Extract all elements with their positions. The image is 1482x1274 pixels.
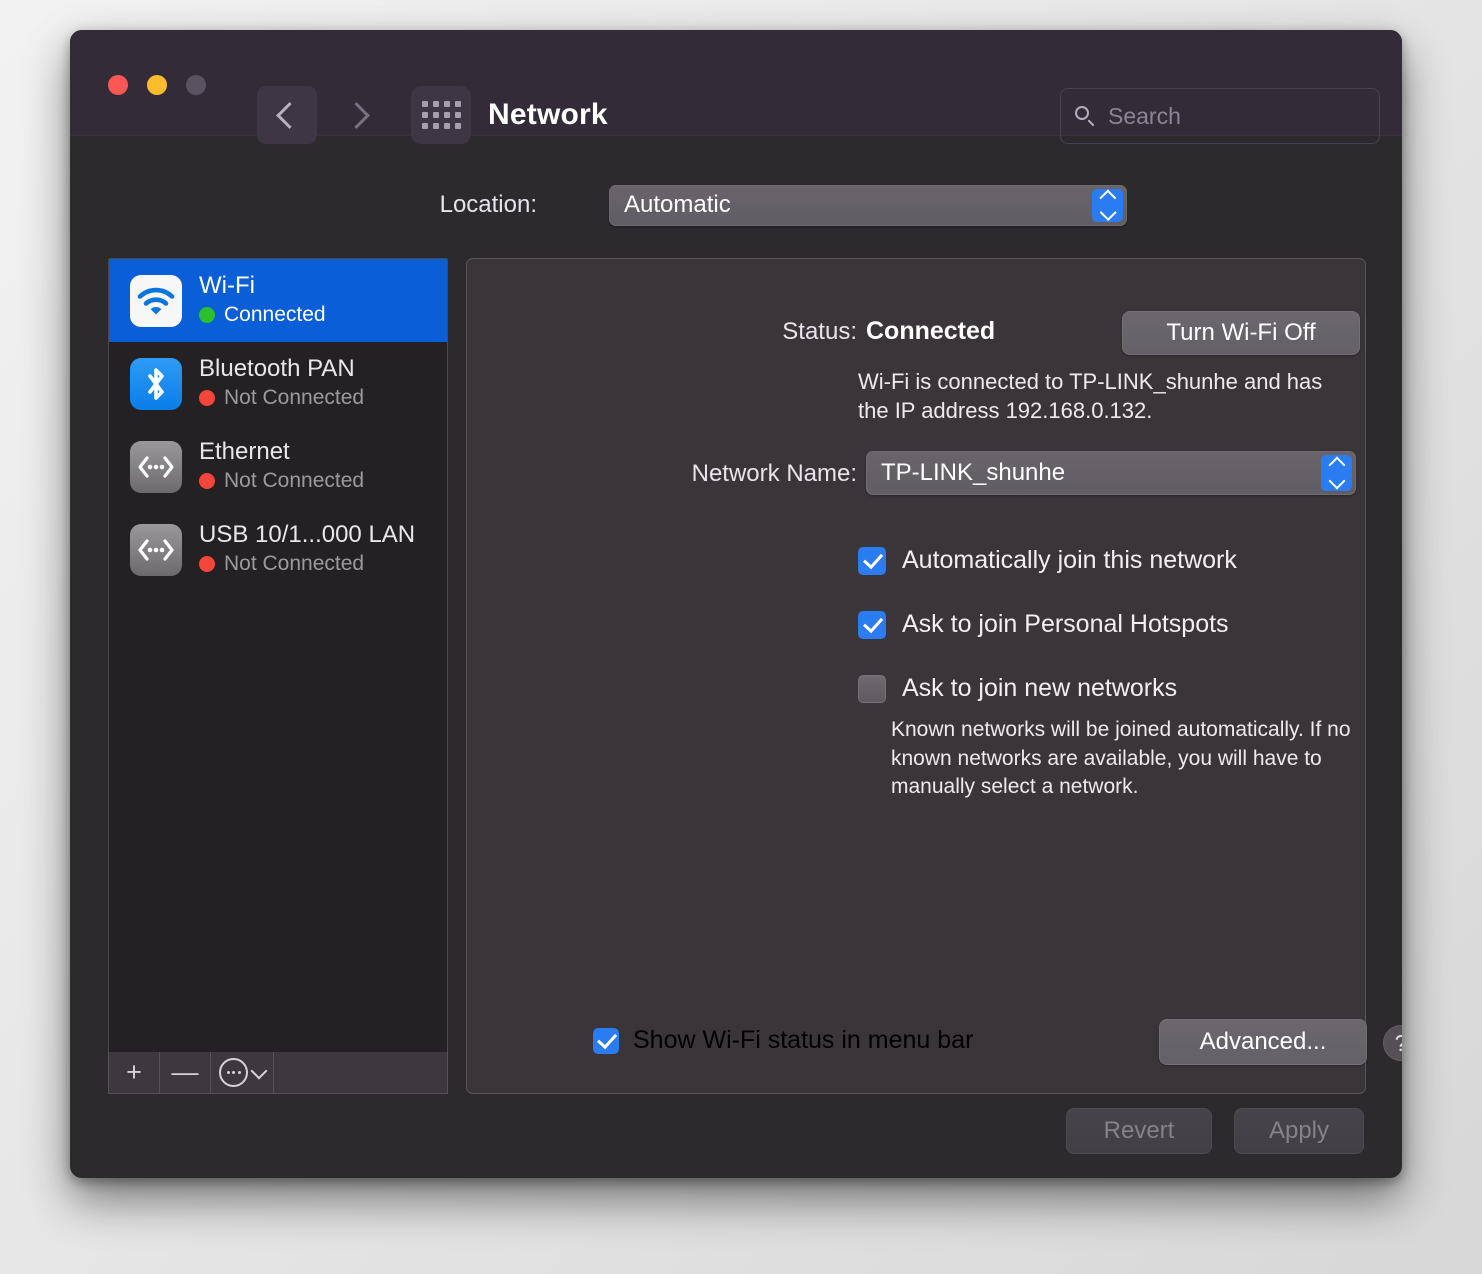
service-list-toolbar: + — xyxy=(108,1052,448,1094)
sidebar-item-ethernet[interactable]: Ethernet Not Connected xyxy=(109,425,447,508)
network-name-label: Network Name: xyxy=(691,460,857,487)
show-status-label: Show Wi-Fi status in menu bar xyxy=(633,1026,974,1054)
personal-hotspots-checkbox-row[interactable]: Ask to join Personal Hotspots xyxy=(858,610,1229,639)
status-dot-disconnected xyxy=(199,555,215,572)
status-label: Status: xyxy=(782,318,857,345)
location-value: Automatic xyxy=(624,191,731,218)
checkbox-unchecked-icon[interactable] xyxy=(858,674,886,703)
back-button[interactable] xyxy=(257,86,317,144)
revert-button[interactable]: Revert xyxy=(1066,1108,1212,1154)
new-networks-checkbox-row[interactable]: Ask to join new networks xyxy=(858,674,1177,703)
new-networks-label: Ask to join new networks xyxy=(902,674,1178,702)
sidebar-item-status: Connected xyxy=(199,302,326,327)
sidebar-item-label: USB 10/1...000 LAN xyxy=(199,521,416,549)
checkbox-checked-icon[interactable] xyxy=(858,610,886,639)
ethernet-icon xyxy=(130,440,182,493)
network-preferences-window: Network Search Location: Automatic Wi-Fi… xyxy=(70,30,1402,1178)
status-row: Status: Connected Turn Wi-Fi Off xyxy=(467,311,1365,355)
network-name-value: TP-LINK_shunhe xyxy=(881,459,1066,486)
panel-bottom-row: Show Wi-Fi status in menu bar Advanced..… xyxy=(467,1019,1402,1065)
toolbar-filler xyxy=(274,1052,447,1093)
close-button[interactable] xyxy=(108,75,128,95)
sidebar-item-status: Not Connected xyxy=(199,468,364,493)
status-dot-disconnected xyxy=(199,472,215,489)
chevron-down-icon xyxy=(250,1062,268,1079)
search-field[interactable]: Search xyxy=(1060,88,1380,144)
search-placeholder: Search xyxy=(1108,102,1181,129)
forward-button[interactable] xyxy=(329,86,389,144)
sidebar-item-wifi[interactable]: Wi-Fi Connected xyxy=(109,259,447,342)
sidebar-item-usb-lan[interactable]: USB 10/1...000 LAN Not Connected xyxy=(109,508,447,591)
status-value: Connected xyxy=(866,317,996,345)
wifi-icon xyxy=(130,274,182,327)
turn-wifi-off-button[interactable]: Turn Wi-Fi Off xyxy=(1122,311,1360,355)
sidebar-item-status: Not Connected xyxy=(199,551,415,576)
minimize-button[interactable] xyxy=(147,75,167,95)
help-button[interactable]: ? xyxy=(1383,1025,1402,1061)
status-dot-connected xyxy=(199,306,215,323)
network-name-dropdown[interactable]: TP-LINK_shunhe xyxy=(866,451,1356,495)
stepper-arrows-icon xyxy=(1321,455,1352,491)
status-description: Wi-Fi is connected to TP-LINK_shunhe and… xyxy=(858,369,1323,424)
show-all-grid-icon[interactable] xyxy=(411,86,471,144)
traffic-lights xyxy=(108,75,206,95)
location-label: Location: xyxy=(439,191,537,218)
wifi-settings-panel: Status: Connected Turn Wi-Fi Off Wi-Fi i… xyxy=(466,258,1402,1094)
zoom-button[interactable] xyxy=(186,75,206,95)
checkbox-checked-icon[interactable] xyxy=(858,546,886,575)
remove-service-button[interactable]: — xyxy=(160,1052,211,1093)
page-title: Network xyxy=(488,98,608,131)
bluetooth-icon xyxy=(130,357,182,410)
network-name-row: Network Name: TP-LINK_shunhe xyxy=(467,451,1365,495)
auto-join-label: Automatically join this network xyxy=(902,546,1237,574)
ethernet-icon xyxy=(130,523,182,576)
sidebar-item-label: Bluetooth PAN xyxy=(199,355,355,383)
service-actions-button[interactable] xyxy=(211,1052,274,1093)
status-dot-disconnected xyxy=(199,389,215,406)
chevron-right-icon xyxy=(343,101,370,129)
search-icon xyxy=(1075,105,1096,127)
location-dropdown[interactable]: Automatic xyxy=(609,184,1127,226)
sidebar-item-label: Ethernet xyxy=(199,438,290,466)
apply-button[interactable]: Apply xyxy=(1234,1108,1364,1154)
footer-buttons: Revert Apply xyxy=(1066,1108,1364,1154)
service-list[interactable]: Wi-Fi Connected Bluetooth PAN Not Connec… xyxy=(108,258,448,1055)
sidebar-item-bluetooth-pan[interactable]: Bluetooth PAN Not Connected xyxy=(109,342,447,425)
chevron-left-icon xyxy=(276,101,303,129)
add-service-button[interactable]: + xyxy=(109,1052,160,1093)
personal-hotspots-label: Ask to join Personal Hotspots xyxy=(902,610,1229,638)
window-titlebar: Network Search xyxy=(70,30,1402,144)
sidebar-item-status: Not Connected xyxy=(199,385,364,410)
stepper-arrows-icon xyxy=(1092,188,1123,222)
new-networks-hint: Known networks will be joined automatica… xyxy=(891,718,1351,799)
advanced-button[interactable]: Advanced... xyxy=(1159,1019,1367,1065)
sidebar-item-label: Wi-Fi xyxy=(199,272,255,300)
show-status-checkbox-row[interactable]: Show Wi-Fi status in menu bar xyxy=(593,1026,973,1055)
location-row: Location: Automatic xyxy=(70,182,1402,228)
circled-ellipsis-icon xyxy=(219,1058,248,1087)
auto-join-checkbox-row[interactable]: Automatically join this network xyxy=(858,546,1237,575)
checkbox-checked-icon[interactable] xyxy=(593,1027,619,1054)
